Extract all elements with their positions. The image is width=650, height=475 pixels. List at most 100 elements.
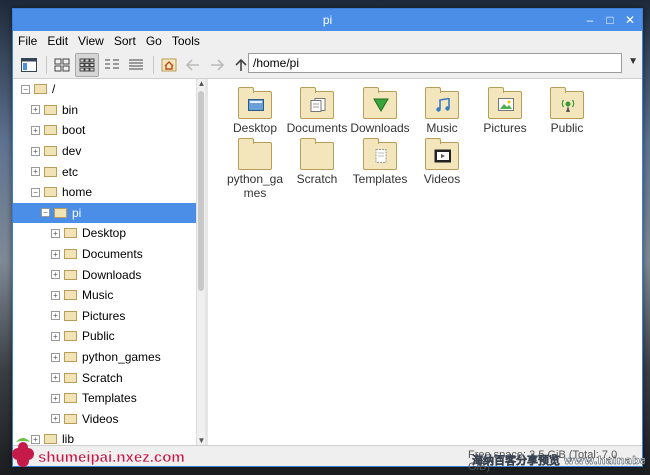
folder-item[interactable]: Downloads [349,87,411,135]
folder-icon [64,228,77,239]
folder-item[interactable]: Desktop [224,87,286,135]
template-icon [372,148,389,163]
tree-item-label: home [62,185,93,200]
tree-item[interactable]: − home [13,182,196,203]
expand-icon[interactable]: + [51,228,60,238]
minimize-button[interactable]: – [582,12,598,28]
download-arrow-icon [372,97,389,112]
raspberry-logo-icon [12,438,34,467]
right-watermark: 海纳百客分享预览 www.hainabaike.com [472,453,645,468]
folder-icon [64,249,77,260]
thumbnails-icon [79,58,95,71]
expand-icon[interactable]: + [51,331,60,341]
collapse-icon[interactable]: − [31,187,40,197]
home-folder-icon [54,207,67,218]
desktop-icon [247,97,264,112]
folder-icon [64,413,77,424]
thumbnail-view-button[interactable] [75,52,99,77]
folder-icon [44,187,57,198]
tree-item-label: dev [62,144,82,159]
collapse-icon[interactable]: − [41,208,50,218]
compact-list-icon [105,59,119,68]
tree-item-label: Public [82,329,115,344]
folder-icon [44,166,57,177]
folder-item[interactable]: python_games [224,138,286,200]
folder-label: Documents [286,121,348,135]
folder-item[interactable]: Documents [286,87,348,135]
menu-tools[interactable]: Tools [172,34,200,48]
folder-item[interactable]: Videos [411,138,473,186]
expand-icon[interactable]: + [31,167,40,177]
expand-icon[interactable]: + [51,290,60,300]
folder-label: Videos [423,172,461,186]
tree-item-label: pi [72,205,82,220]
collapse-icon[interactable]: − [21,84,30,94]
menu-go[interactable]: Go [146,34,162,48]
back-button[interactable] [182,54,204,76]
expand-icon[interactable]: + [51,393,60,403]
address-bar[interactable]: /home/pi [248,53,622,73]
tree-item-label: / [52,82,56,97]
tree-item[interactable]: + etc [13,161,196,182]
folder-label: Scratch [296,172,338,186]
menu-sort[interactable]: Sort [114,34,136,48]
detailed-list-view-button[interactable] [125,54,147,76]
expand-icon[interactable]: + [31,125,40,135]
tree-item[interactable]: + Scratch [13,367,196,388]
title-bar[interactable]: pi – □ ✕ [13,9,642,31]
menu-view[interactable]: View [78,34,104,48]
folder-icon [44,125,57,136]
tree-item[interactable]: + Desktop [13,223,196,244]
expand-icon[interactable]: + [51,414,60,424]
tree-item[interactable]: + Pictures [13,306,196,327]
tree-item[interactable]: + Music [13,285,196,306]
folder-item[interactable]: Pictures [474,87,536,135]
file-manager-window: pi – □ ✕ File Edit View Sort Go Tools /h… [12,8,643,473]
expand-icon[interactable]: + [51,352,60,362]
folder-label: Downloads [350,121,410,135]
tree-item[interactable]: + Public [13,326,196,347]
folder-item[interactable]: Scratch [286,138,348,186]
tree-item[interactable]: + dev [13,141,196,162]
home-button[interactable] [158,54,180,76]
expand-icon[interactable]: + [51,311,60,321]
compact-view-button[interactable] [101,54,123,76]
folder-icon [44,146,57,157]
folder-icon [238,87,272,119]
expand-icon[interactable]: + [51,373,60,383]
menu-file[interactable]: File [18,34,37,48]
tree-item[interactable]: − / [13,79,196,100]
tree-item[interactable]: + Videos [13,409,196,430]
new-window-button[interactable] [18,54,40,76]
expand-icon[interactable]: + [51,270,60,280]
scrollbar-thumb[interactable] [198,91,204,291]
tree-item[interactable]: − pi [13,202,196,224]
tree-item-label: Downloads [82,267,142,282]
expand-icon[interactable]: + [51,249,60,259]
tree-item[interactable]: + bin [13,100,196,121]
forward-button[interactable] [206,54,228,76]
expand-icon[interactable]: + [31,146,40,156]
tree-item[interactable]: + Documents [13,244,196,265]
tree-item[interactable]: + Downloads [13,264,196,285]
tree-item-label: bin [62,102,79,117]
close-button[interactable]: ✕ [622,12,638,28]
tree-item[interactable]: + python_games [13,347,196,368]
folder-item[interactable]: Templates [349,138,411,186]
menu-edit[interactable]: Edit [47,34,68,48]
tree-item[interactable]: + Templates [13,388,196,409]
maximize-button[interactable]: □ [602,12,618,28]
chevron-down-icon[interactable]: ▼ [628,56,638,67]
expand-icon[interactable]: + [31,105,40,115]
folder-icon [34,84,47,95]
folder-label: Music [426,121,458,135]
icon-view-button[interactable] [51,54,73,76]
folder-icon [300,87,334,119]
tree-item[interactable]: + boot [13,120,196,141]
folder-item[interactable]: Music [411,87,473,135]
folder-icon [425,138,459,170]
folder-label: Public [550,121,584,135]
file-view-pane: Desktop Documents Downloads Music Pictures Pu… [208,79,642,446]
folder-item[interactable]: Public [536,87,598,135]
arrow-left-icon [185,58,199,71]
